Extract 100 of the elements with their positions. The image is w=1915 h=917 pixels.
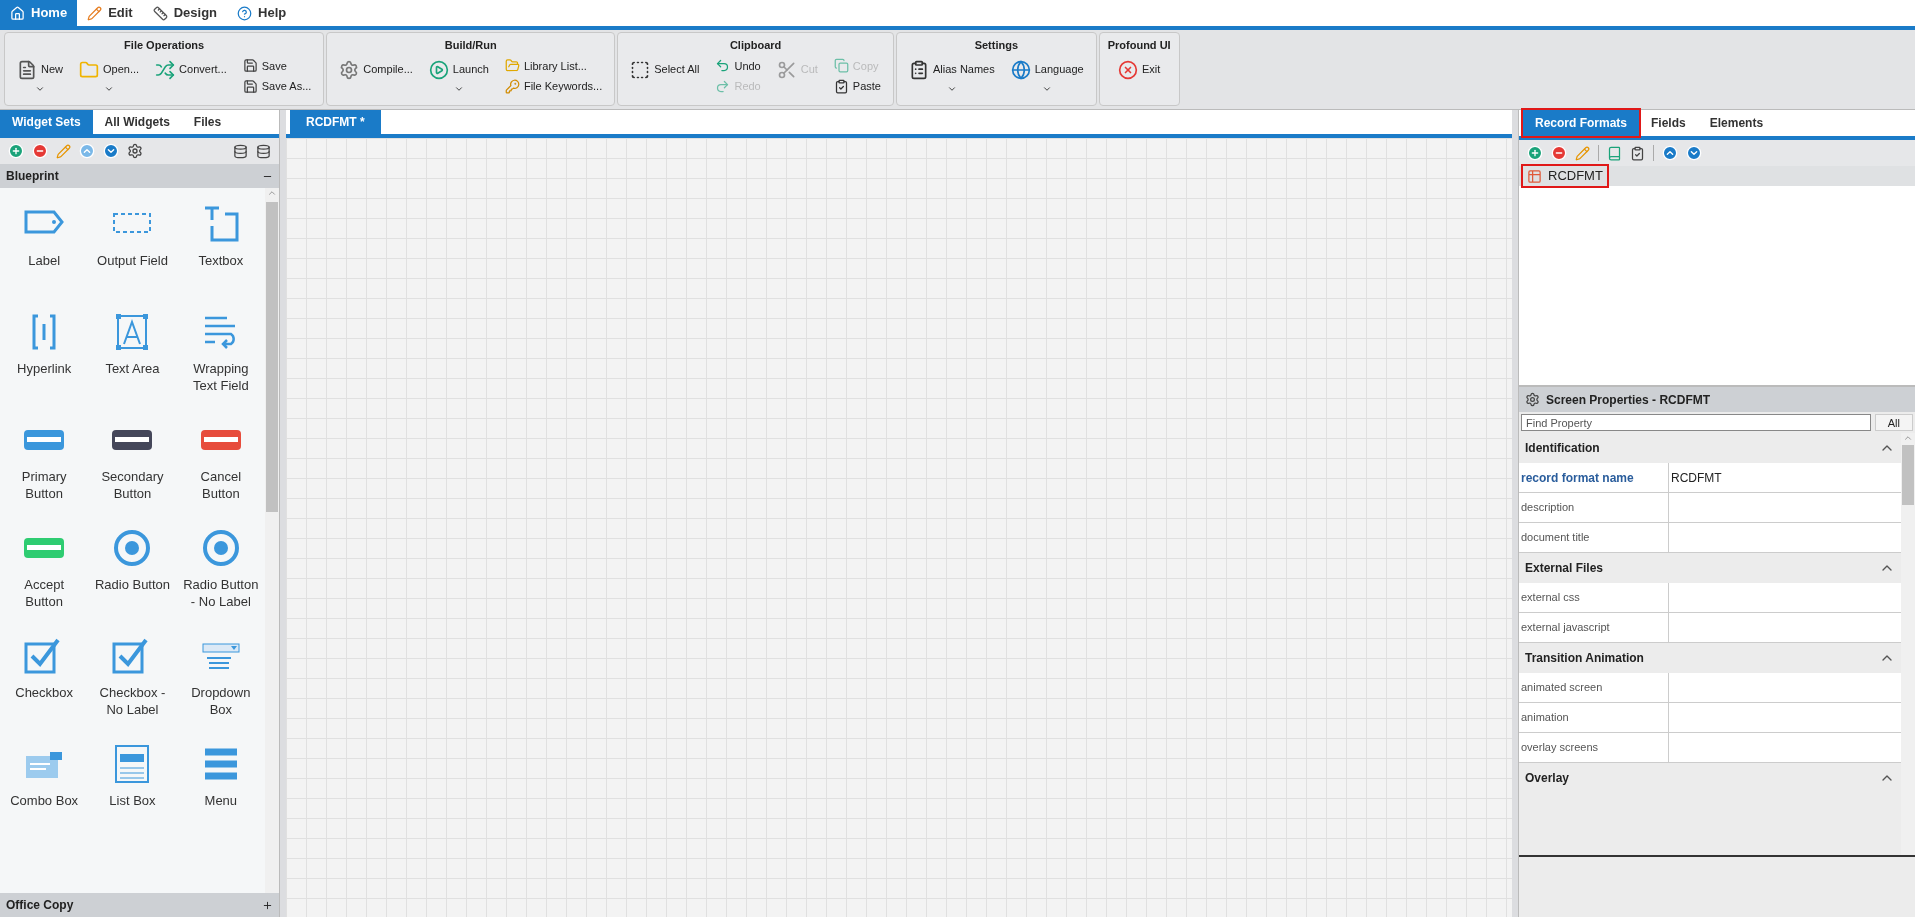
widget-item[interactable]: Label [0,204,89,312]
scroll-up-icon[interactable] [1903,433,1913,443]
book-icon[interactable] [1607,145,1622,161]
ribbon-icon [909,59,929,80]
edit-icon[interactable] [1575,145,1590,161]
ribbon-button[interactable]: Undo [711,57,765,74]
edit-icon[interactable] [56,143,71,159]
move-down-icon[interactable] [103,143,119,159]
ribbon-icon [630,59,651,80]
database-icon[interactable] [256,143,271,159]
move-down-icon[interactable] [1686,145,1702,161]
group-title: Build/Run [444,38,497,53]
ribbon-icon [1118,59,1138,80]
panel-tab[interactable]: Fields [1639,110,1698,136]
menu-tab[interactable]: Edit [77,0,143,26]
widget-item[interactable]: Hyperlink [0,312,89,420]
ribbon-button[interactable]: Language [1006,57,1088,96]
ribbon-button[interactable]: Select All [626,57,704,82]
ribbon-button[interactable]: Open... [75,57,144,96]
panel-tab[interactable]: Files [181,110,234,134]
ribbon-icon [715,78,731,94]
move-up-icon[interactable] [1662,145,1678,161]
property-section-header[interactable]: Identification [1519,433,1901,463]
ribbon-icon [776,59,797,80]
property-value[interactable]: RCDFMT [1669,463,1901,492]
document-tab[interactable]: RCDFMT * [290,110,381,134]
search-field[interactable]: Find Property [1521,414,1871,431]
ribbon-icon [155,59,176,80]
menu-icon [87,5,103,21]
ribbon-button[interactable]: Save As... [238,78,316,95]
panel-tab[interactable]: All Widgets [92,110,182,134]
scrollbar-thumb[interactable] [266,202,278,512]
ribbon-icon [1010,59,1031,80]
widget-item[interactable]: Radio Button - No Label [176,528,265,636]
widget-item[interactable]: Output Field [88,204,177,312]
settings-icon [1525,392,1540,407]
group-title: Clipboard [729,38,782,53]
ribbon-button[interactable]: Exit [1114,57,1165,82]
ribbon-icon [715,58,731,74]
menu-tab[interactable]: Home [0,0,78,26]
ribbon-icon [17,59,37,80]
ribbon-icon [833,78,849,94]
ribbon-icon [79,59,99,80]
widget-item[interactable]: Accept Button [0,528,89,636]
ribbon-button[interactable]: Convert... [151,57,231,82]
panel-tab[interactable]: Elements [1697,110,1776,136]
menu-tab[interactable]: Design [142,0,228,26]
menu-icon [10,5,25,21]
panel-tab[interactable]: Widget Sets [0,110,93,134]
remove-icon[interactable] [1551,145,1567,161]
ribbon-button[interactable]: Compile... [335,57,417,82]
widget-item[interactable]: Secondary Button [88,420,177,528]
widget-item[interactable]: Textbox [176,204,265,312]
widget-item[interactable]: Menu [176,744,265,852]
clipboard-icon[interactable] [1630,145,1645,161]
ribbon-button[interactable]: Paste [829,78,885,95]
widget-item[interactable]: Combo Box [0,744,89,852]
ribbon-icon [504,78,520,94]
widget-item[interactable]: Primary Button [0,420,89,528]
settings-icon[interactable] [127,143,143,159]
property-section-header[interactable]: External Files [1519,553,1901,583]
widget-item[interactable]: Radio Button [88,528,177,636]
ribbon-button[interactable]: Save [238,57,316,74]
widget-item[interactable]: Cancel Button [176,420,265,528]
property-section-header[interactable]: Overlay [1519,763,1901,793]
widget-item[interactable]: Text Area [88,312,177,420]
table-icon [1527,168,1542,184]
menu-tab[interactable]: Help [227,0,297,26]
section-header[interactable]: Blueprint [0,164,279,188]
ribbon-button[interactable]: File Keywords... [500,78,607,95]
ribbon-icon [242,78,258,94]
ribbon-button[interactable]: Launch [424,57,493,96]
property-section-header[interactable]: Transition Animation [1519,643,1901,673]
widget-item[interactable]: Checkbox [0,636,89,744]
widget-item[interactable]: Wrapping Text Field [176,312,265,420]
group-title: File Operations [124,38,205,53]
ribbon-icon [428,59,449,80]
scrollbar[interactable] [1901,433,1915,855]
panel-tab[interactable]: Record Formats [1523,110,1640,136]
section-header[interactable]: Office Copy [0,893,279,917]
ribbon-button[interactable]: Alias Names [905,57,999,96]
move-up-icon[interactable] [79,143,95,159]
widget-item[interactable]: Checkbox - No Label [88,636,177,744]
widget-item[interactable]: Dropdown Box [176,636,265,744]
all-button[interactable]: All [1874,414,1913,431]
ribbon-icon [339,59,360,80]
widget-item[interactable]: List Box [88,744,177,852]
ribbon-button[interactable]: Library List... [500,57,607,74]
group-title: Profound UI [1107,38,1171,53]
property-name[interactable]: record format name [1519,463,1669,492]
scroll-up-icon[interactable] [267,188,277,198]
add-icon[interactable] [1527,145,1543,161]
ribbon-button[interactable]: New [13,57,67,96]
expand-icon [262,899,273,911]
remove-icon[interactable] [32,143,48,159]
ribbon-icon [504,58,520,74]
add-icon[interactable] [8,143,24,159]
scrollbar[interactable] [265,188,279,893]
database-icon[interactable] [233,143,248,159]
scrollbar-thumb[interactable] [1902,445,1914,505]
